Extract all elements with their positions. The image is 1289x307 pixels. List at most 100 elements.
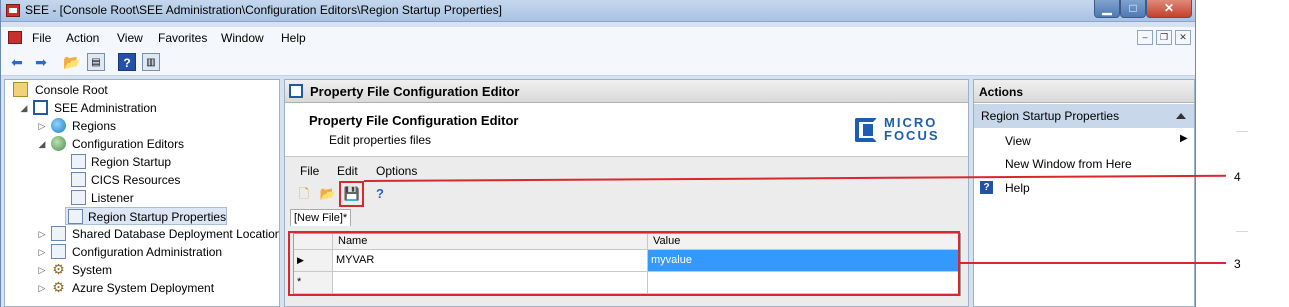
menu-bar: File Action View Favorites Window Help –… bbox=[1, 27, 1195, 49]
background-mark bbox=[1236, 231, 1248, 232]
tree-node-azure-system-deployment[interactable]: ▷ ⚙ Azure System Deployment bbox=[9, 279, 269, 297]
menu-view[interactable]: View bbox=[117, 31, 143, 45]
new-row-value-cell[interactable] bbox=[648, 272, 960, 294]
editor-title: Property File Configuration Editor bbox=[309, 113, 519, 128]
submenu-arrow-icon: ▶ bbox=[1180, 133, 1188, 144]
menu-file[interactable]: File bbox=[32, 31, 51, 45]
collapse-arrow-icon[interactable]: ◢ bbox=[19, 99, 29, 117]
background-mark bbox=[1236, 131, 1248, 132]
logo-text: MICRO FOCUS bbox=[884, 116, 940, 142]
config-file-icon bbox=[71, 154, 86, 169]
collapse-section-icon[interactable] bbox=[1176, 113, 1186, 119]
globe-icon bbox=[51, 118, 66, 133]
close-button[interactable]: ✕ bbox=[1146, 0, 1192, 18]
tree-node-console-root[interactable]: Console Root bbox=[9, 81, 269, 99]
gear-icon: ⚙ bbox=[52, 261, 65, 277]
maximize-button[interactable]: □ bbox=[1120, 0, 1146, 18]
row-header[interactable]: ▶ bbox=[294, 250, 333, 272]
help-book-icon: ? bbox=[980, 181, 993, 194]
result-pane: Property File Configuration Editor Prope… bbox=[284, 79, 969, 307]
show-hide-tree-icon[interactable]: ▤ bbox=[87, 53, 105, 71]
result-pane-header-title: Property File Configuration Editor bbox=[310, 84, 520, 99]
new-row-name-cell[interactable] bbox=[333, 272, 648, 294]
expand-arrow-icon[interactable]: ▷ bbox=[37, 261, 47, 279]
micro-focus-logo: MICRO FOCUS bbox=[855, 116, 960, 144]
menu-favorites[interactable]: Favorites bbox=[158, 31, 207, 45]
tab-new-file[interactable]: [New File]* bbox=[290, 209, 352, 226]
expand-arrow-icon[interactable]: ▷ bbox=[37, 243, 47, 261]
callout-3: 3 bbox=[1234, 257, 1241, 271]
console-icon[interactable] bbox=[8, 31, 22, 44]
window-title: SEE - [Console Root\SEE Administration\C… bbox=[25, 3, 502, 17]
callout-line-3 bbox=[960, 262, 1226, 264]
tree-node-see-administration[interactable]: ◢ SEE Administration bbox=[9, 99, 269, 117]
editor-subtitle: Edit properties files bbox=[329, 133, 432, 147]
tree-node-configuration-editors[interactable]: ◢ Configuration Editors bbox=[9, 135, 269, 153]
editor-menu-options[interactable]: Options bbox=[376, 164, 417, 178]
logo-line-2: FOCUS bbox=[884, 128, 940, 143]
new-file-icon[interactable]: 🗋 bbox=[295, 185, 313, 203]
expand-arrow-icon[interactable]: ▷ bbox=[37, 279, 47, 297]
mmc-window: SEE - [Console Root\SEE Administration\C… bbox=[0, 0, 1196, 307]
new-row-header[interactable]: * bbox=[294, 272, 333, 294]
column-header-name[interactable]: Name bbox=[333, 234, 648, 250]
menu-help[interactable]: Help bbox=[281, 31, 306, 45]
see-admin-icon bbox=[289, 84, 303, 98]
action-new-window-from-here[interactable]: New Window from Here bbox=[1005, 157, 1132, 171]
save-icon[interactable]: 💾 bbox=[343, 185, 361, 203]
menu-action[interactable]: Action bbox=[66, 31, 99, 45]
config-file-icon bbox=[71, 172, 86, 187]
actions-section-header[interactable]: Region Startup Properties bbox=[974, 104, 1194, 128]
expand-arrow-icon[interactable]: ▷ bbox=[37, 117, 47, 135]
tree-node-cics-resources[interactable]: CICS Resources bbox=[9, 171, 269, 189]
tree-node-listener[interactable]: Listener bbox=[9, 189, 269, 207]
minimize-button[interactable]: ▁ bbox=[1094, 0, 1120, 18]
tree-node-regions[interactable]: ▷ Regions bbox=[9, 117, 269, 135]
see-admin-icon bbox=[33, 100, 48, 115]
config-file-icon bbox=[68, 209, 83, 224]
tree-node-shared-database-deployment-locations[interactable]: ▷ Shared Database Deployment Locations bbox=[9, 225, 279, 243]
up-folder-icon[interactable]: 📂 bbox=[63, 53, 81, 71]
grid-corner bbox=[294, 234, 333, 250]
title-bar[interactable]: SEE - [Console Root\SEE Administration\C… bbox=[1, 0, 1195, 22]
callout-4: 4 bbox=[1234, 170, 1241, 184]
deployment-icon bbox=[51, 226, 66, 241]
folder-icon bbox=[13, 82, 28, 97]
action-help[interactable]: Help bbox=[1005, 181, 1030, 195]
mdi-close-button[interactable]: ✕ bbox=[1175, 30, 1191, 45]
properties-grid: Name Value ▶ MYVAR myvalue * bbox=[293, 233, 961, 296]
console-tree: Console Root ◢ SEE Administration ▷ Regi… bbox=[4, 79, 280, 307]
cell-name[interactable]: MYVAR bbox=[333, 250, 648, 272]
editor-menu-edit[interactable]: Edit bbox=[337, 164, 358, 178]
tree-node-region-startup-properties[interactable]: Region Startup Properties bbox=[65, 207, 227, 225]
forward-arrow-icon[interactable]: ➡ bbox=[32, 53, 50, 71]
mdi-minimize-button[interactable]: – bbox=[1137, 30, 1153, 45]
collapse-arrow-icon[interactable]: ◢ bbox=[37, 135, 47, 153]
app-icon bbox=[6, 4, 20, 17]
editor-menu-file[interactable]: File bbox=[300, 164, 319, 178]
open-folder-icon[interactable]: 📂 bbox=[319, 185, 337, 203]
help-icon[interactable]: ? bbox=[371, 185, 389, 203]
deployment-icon bbox=[51, 244, 66, 259]
menu-window[interactable]: Window bbox=[221, 31, 264, 45]
config-globe-icon bbox=[51, 136, 66, 151]
actions-pane: Actions Region Startup Properties View ▶… bbox=[973, 79, 1195, 307]
help-book-icon[interactable]: ? bbox=[118, 53, 136, 71]
cell-value[interactable]: myvalue bbox=[648, 250, 960, 272]
tree-node-region-startup[interactable]: Region Startup bbox=[9, 153, 269, 171]
main-toolbar: ⬅ ➡ 📂 ▤ ? ▥ bbox=[1, 49, 1195, 76]
show-hide-action-pane-icon[interactable]: ▥ bbox=[142, 53, 160, 71]
actions-section-label: Region Startup Properties bbox=[981, 109, 1120, 123]
column-header-value[interactable]: Value bbox=[648, 234, 960, 250]
tree-node-configuration-administration[interactable]: ▷ Configuration Administration bbox=[9, 243, 269, 261]
actions-title: Actions bbox=[974, 80, 1194, 103]
result-pane-header: Property File Configuration Editor bbox=[285, 80, 968, 103]
gear-icon: ⚙ bbox=[52, 279, 65, 295]
tree-node-system[interactable]: ▷ ⚙ System bbox=[9, 261, 269, 279]
mdi-restore-button[interactable]: ❐ bbox=[1156, 30, 1172, 45]
expand-arrow-icon[interactable]: ▷ bbox=[37, 225, 47, 243]
action-view[interactable]: View bbox=[1005, 134, 1031, 148]
config-file-icon bbox=[71, 190, 86, 205]
back-arrow-icon[interactable]: ⬅ bbox=[8, 53, 26, 71]
logo-mark-inner bbox=[863, 124, 873, 136]
